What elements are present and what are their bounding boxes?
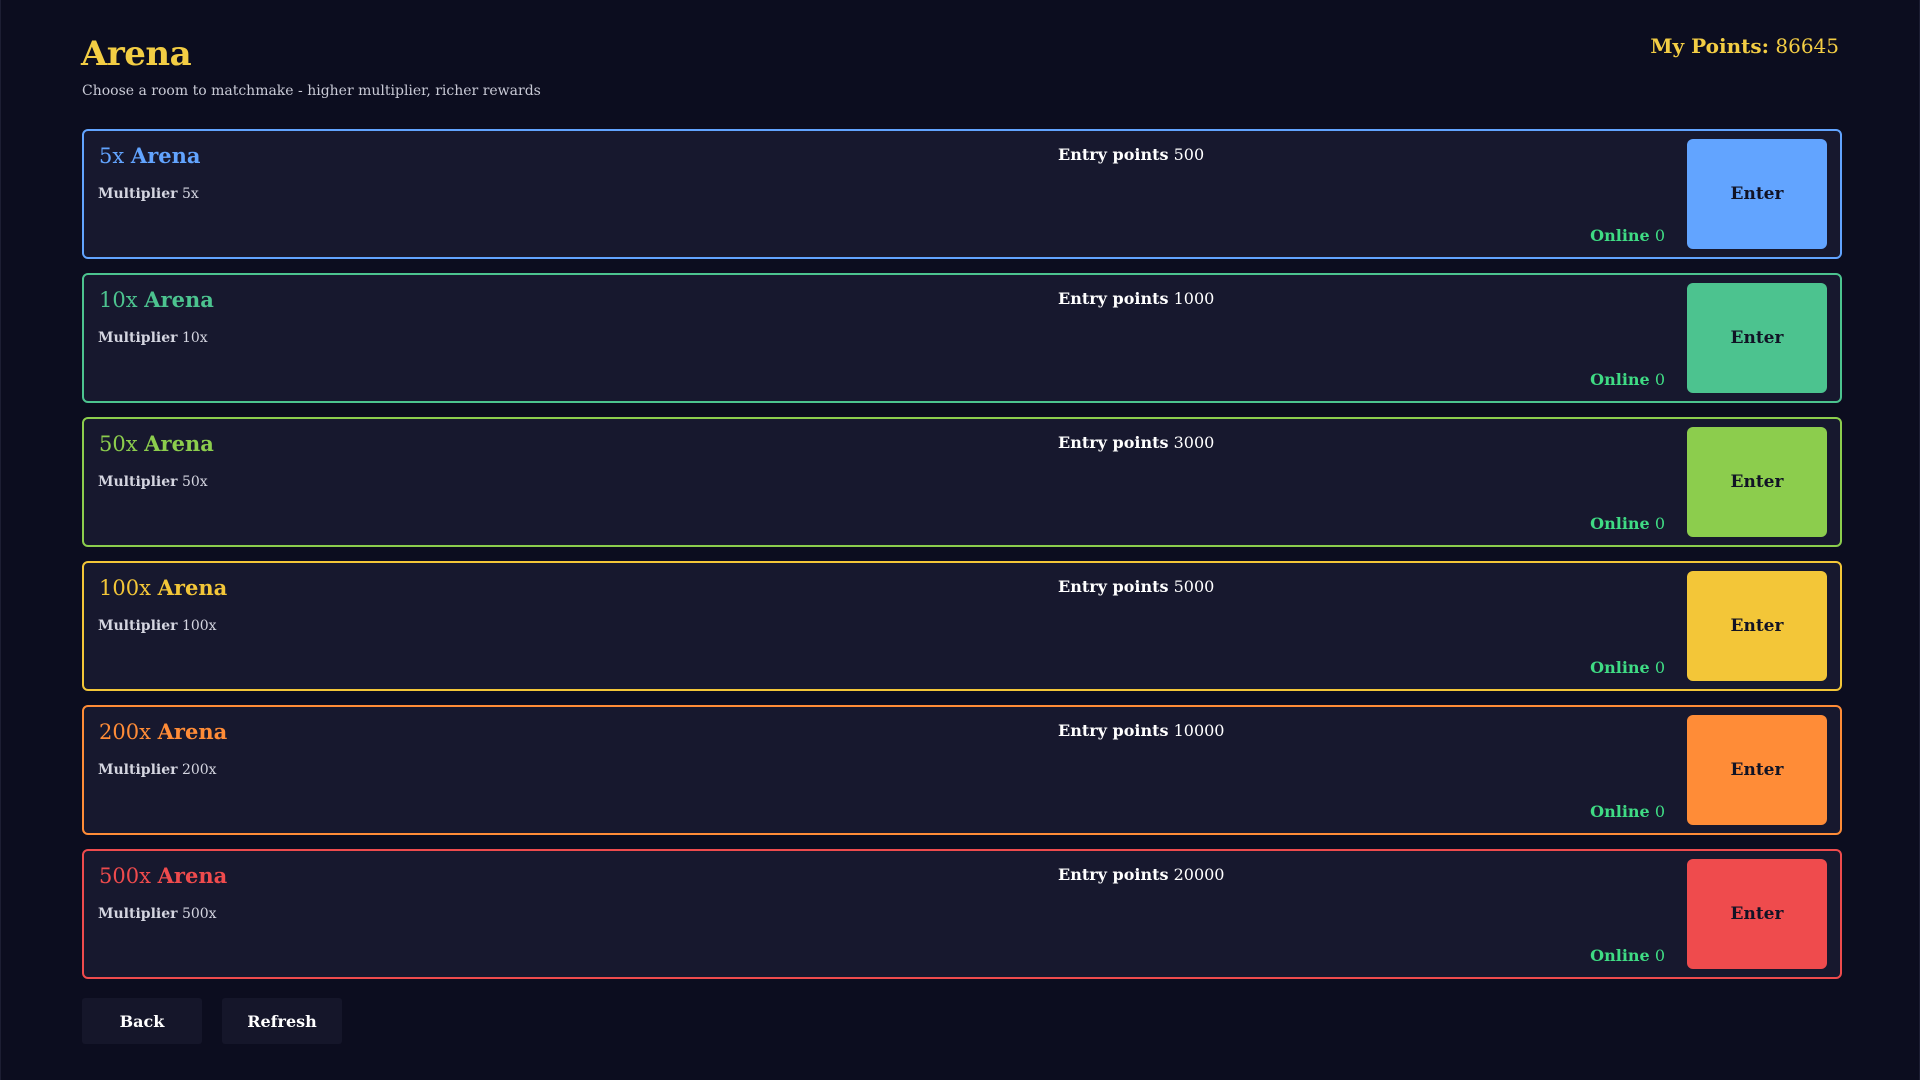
room-name: Arena: [130, 143, 201, 168]
multiplier-label: Multiplier: [98, 906, 178, 922]
multiplier-value: 500x: [181, 906, 217, 922]
enter-button-100x[interactable]: Enter: [1687, 571, 1827, 681]
multiplier-value: 200x: [181, 762, 217, 778]
online-label: Online: [1590, 226, 1650, 245]
online-label: Online: [1590, 514, 1650, 533]
entry-points-label: Entry points: [1058, 145, 1169, 164]
back-button[interactable]: Back: [82, 998, 202, 1044]
enter-button-50x[interactable]: Enter: [1687, 427, 1827, 537]
room-online-count: Online 0: [1590, 946, 1665, 965]
room-name: Arena: [157, 863, 228, 888]
multiplier-value: 5x: [181, 186, 199, 202]
room-list: 5x Arena Multiplier 5x Entry points 500 …: [82, 129, 1842, 993]
multiplier-value: 10x: [181, 330, 208, 346]
online-value: 0: [1654, 370, 1665, 389]
entry-points-value: 10000: [1173, 721, 1225, 740]
room-entry-points: Entry points 20000: [1058, 865, 1224, 884]
room-multiplier: Multiplier 10x: [98, 330, 208, 346]
entry-points-label: Entry points: [1058, 721, 1169, 740]
entry-points-value: 3000: [1173, 433, 1215, 452]
online-label: Online: [1590, 802, 1650, 821]
entry-points-value: 20000: [1173, 865, 1225, 884]
room-entry-points: Entry points 10000: [1058, 721, 1224, 740]
refresh-button[interactable]: Refresh: [222, 998, 342, 1044]
online-value: 0: [1654, 226, 1665, 245]
online-value: 0: [1654, 946, 1665, 965]
page-subtitle: Choose a room to matchmake - higher mult…: [82, 83, 541, 99]
multiplier-value: 100x: [181, 618, 217, 634]
room-card-50x: 50x Arena Multiplier 50x Entry points 30…: [82, 417, 1842, 547]
multiplier-label: Multiplier: [98, 330, 178, 346]
room-name: Arena: [144, 431, 214, 456]
entry-points-label: Entry points: [1058, 577, 1169, 596]
room-multiplier-tag: 500x: [99, 864, 151, 888]
multiplier-label: Multiplier: [98, 762, 178, 778]
entry-points-value: 1000: [1173, 289, 1215, 308]
room-multiplier: Multiplier 50x: [98, 474, 208, 490]
entry-points-label: Entry points: [1058, 865, 1169, 884]
room-multiplier-tag: 10x: [99, 288, 138, 312]
entry-points-value: 500: [1173, 145, 1205, 164]
multiplier-label: Multiplier: [98, 618, 178, 634]
room-online-count: Online 0: [1590, 658, 1665, 677]
online-value: 0: [1654, 514, 1665, 533]
room-entry-points: Entry points 500: [1058, 145, 1204, 164]
room-entry-points: Entry points 5000: [1058, 577, 1214, 596]
room-multiplier: Multiplier 100x: [98, 618, 217, 634]
online-value: 0: [1654, 658, 1665, 677]
room-title: 10x Arena: [99, 287, 214, 312]
online-label: Online: [1590, 946, 1650, 965]
online-value: 0: [1654, 802, 1665, 821]
enter-button-10x[interactable]: Enter: [1687, 283, 1827, 393]
room-online-count: Online 0: [1590, 802, 1665, 821]
room-multiplier: Multiplier 5x: [98, 186, 199, 202]
room-multiplier-tag: 200x: [99, 720, 151, 744]
entry-points-value: 5000: [1173, 577, 1215, 596]
multiplier-label: Multiplier: [98, 186, 178, 202]
room-card-500x: 500x Arena Multiplier 500x Entry points …: [82, 849, 1842, 979]
room-title: 5x Arena: [99, 143, 201, 168]
my-points-label: My Points:: [1650, 34, 1770, 58]
multiplier-value: 50x: [181, 474, 208, 490]
enter-button-200x[interactable]: Enter: [1687, 715, 1827, 825]
room-card-100x: 100x Arena Multiplier 100x Entry points …: [82, 561, 1842, 691]
room-online-count: Online 0: [1590, 370, 1665, 389]
room-card-200x: 200x Arena Multiplier 200x Entry points …: [82, 705, 1842, 835]
room-title: 50x Arena: [99, 431, 214, 456]
room-card-5x: 5x Arena Multiplier 5x Entry points 500 …: [82, 129, 1842, 259]
entry-points-label: Entry points: [1058, 433, 1169, 452]
room-name: Arena: [157, 719, 228, 744]
room-entry-points: Entry points 1000: [1058, 289, 1214, 308]
online-label: Online: [1590, 658, 1650, 677]
room-title: 500x Arena: [99, 863, 227, 888]
room-entry-points: Entry points 3000: [1058, 433, 1214, 452]
room-name: Arena: [144, 287, 214, 312]
room-multiplier-tag: 100x: [99, 576, 151, 600]
room-multiplier: Multiplier 500x: [98, 906, 217, 922]
online-label: Online: [1590, 370, 1650, 389]
page-title: Arena: [81, 34, 192, 74]
multiplier-label: Multiplier: [98, 474, 178, 490]
enter-button-5x[interactable]: Enter: [1687, 139, 1827, 249]
arena-screen: Arena Choose a room to matchmake - highe…: [0, 0, 1920, 1080]
entry-points-label: Entry points: [1058, 289, 1169, 308]
room-title: 200x Arena: [99, 719, 227, 744]
room-multiplier-tag: 50x: [99, 432, 138, 456]
room-online-count: Online 0: [1590, 514, 1665, 533]
my-points: My Points: 86645: [1650, 34, 1839, 58]
my-points-value: 86645: [1775, 34, 1839, 58]
room-multiplier-tag: 5x: [99, 144, 125, 168]
room-multiplier: Multiplier 200x: [98, 762, 217, 778]
enter-button-500x[interactable]: Enter: [1687, 859, 1827, 969]
room-online-count: Online 0: [1590, 226, 1665, 245]
room-card-10x: 10x Arena Multiplier 10x Entry points 10…: [82, 273, 1842, 403]
room-title: 100x Arena: [99, 575, 227, 600]
room-name: Arena: [157, 575, 228, 600]
